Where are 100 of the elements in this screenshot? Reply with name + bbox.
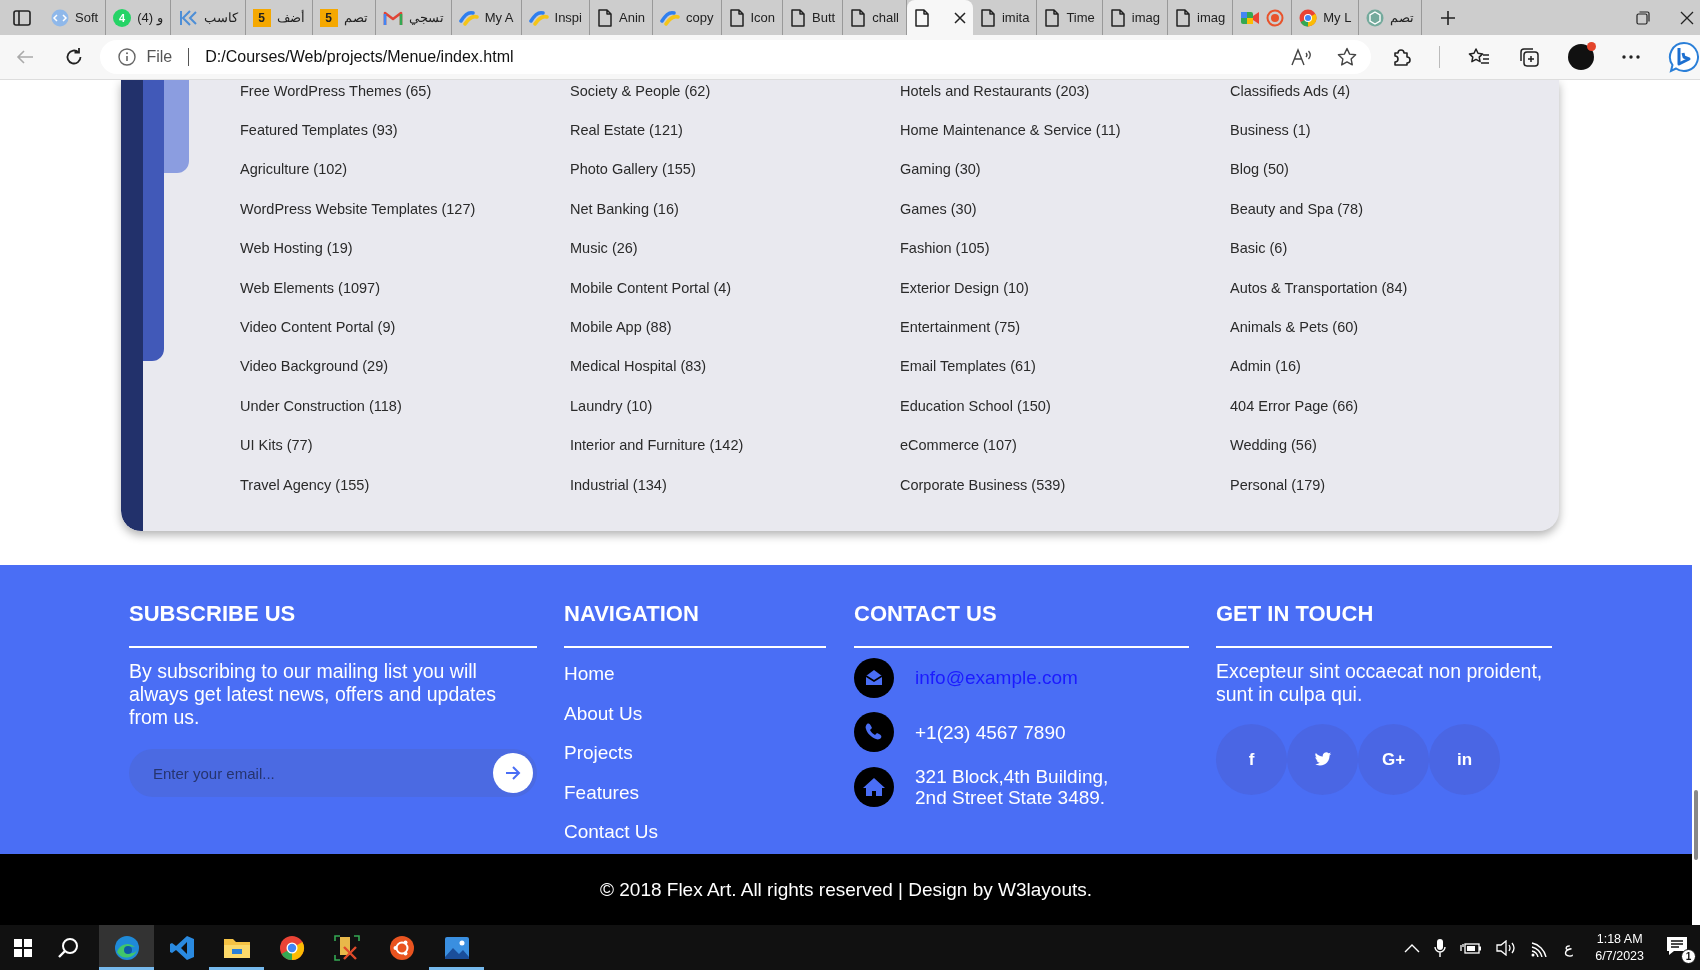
facebook-button[interactable]: f	[1216, 724, 1287, 795]
category-link[interactable]: Gaming (30)	[900, 161, 981, 178]
number-badge: 5	[319, 8, 338, 27]
restore-icon[interactable]	[1636, 10, 1650, 25]
category-link[interactable]: Games (30)	[900, 200, 977, 217]
more-icon[interactable]	[1622, 54, 1640, 60]
category-link[interactable]: Web Elements (1097)	[240, 279, 380, 296]
chat-logo-icon[interactable]	[1668, 41, 1700, 73]
nav-link[interactable]: Projects	[564, 733, 633, 773]
browser-logo-icon	[1299, 8, 1318, 27]
category-link[interactable]: Laundry (10)	[570, 397, 653, 414]
category-link[interactable]: Net Banking (16)	[570, 200, 679, 217]
profile-avatar[interactable]	[1568, 44, 1594, 70]
category-link[interactable]: Industrial (134)	[570, 476, 667, 493]
windows-logo-icon[interactable]	[13, 938, 32, 957]
linkedin-button[interactable]: in	[1429, 724, 1500, 795]
speaker-icon[interactable]	[1496, 939, 1517, 956]
nav-link[interactable]: Features	[564, 772, 639, 812]
number-badge: 5	[252, 8, 271, 27]
star-icon[interactable]	[1337, 47, 1357, 67]
category-link[interactable]: Music (26)	[570, 240, 638, 257]
contact-text: Excepteur sint occaecat non proident, sunt in culpa qui.	[1216, 660, 1544, 706]
category-link[interactable]: Blog (50)	[1230, 161, 1289, 178]
battery-icon[interactable]	[1460, 940, 1483, 955]
collections-icon[interactable]	[1518, 46, 1540, 68]
new-tab-icon[interactable]	[1440, 9, 1457, 26]
address-text: 321 Block,4th Building, 2nd Street State 3489.	[915, 766, 1109, 808]
category-link[interactable]: 404 Error Page (66)	[1230, 397, 1359, 414]
puzzle-icon[interactable]	[1391, 47, 1411, 67]
subscribe-text: By subscribing to our mailing list you will always get latest news, offers and updates from us.	[129, 660, 498, 729]
swoosh-logo-icon	[660, 8, 681, 27]
favorites-icon[interactable]	[1468, 47, 1490, 67]
section-heading: NAVIGATION	[564, 599, 826, 648]
nav-link[interactable]: About Us	[564, 693, 643, 733]
section-heading: GET IN TOUCH	[1216, 599, 1552, 648]
browser-tab[interactable]	[906, 0, 973, 35]
category-link[interactable]: Autos & Transportation (84)	[1230, 279, 1408, 296]
category-link[interactable]: Video Background (29)	[240, 358, 389, 375]
count-badge: 4	[113, 8, 132, 27]
phone-text: +1(23) 4567 7890	[915, 721, 1066, 743]
tab-actions-icon[interactable]	[13, 9, 31, 26]
document-icon	[913, 8, 930, 27]
close-icon[interactable]	[953, 11, 966, 24]
category-link[interactable]: Entertainment (75)	[900, 319, 1021, 336]
message-icon	[1666, 934, 1688, 957]
category-link[interactable]: Video Content Portal (9)	[240, 319, 396, 336]
category-link[interactable]: Personal (179)	[1230, 476, 1326, 493]
code-editor-icon	[168, 934, 195, 961]
category-link[interactable]: Featured Templates (93)	[240, 122, 398, 139]
category-link[interactable]: UI Kits (77)	[240, 437, 313, 454]
category-link[interactable]: Agriculture (102)	[240, 161, 348, 178]
category-link[interactable]: Society & People (62)	[570, 82, 711, 99]
taskbar-app-button[interactable]	[99, 925, 154, 970]
category-link[interactable]: eCommerce (107)	[900, 437, 1017, 454]
read-aloud-icon[interactable]	[1291, 48, 1313, 66]
microphone-icon[interactable]	[1434, 937, 1447, 958]
category-link[interactable]: Wedding (56)	[1230, 437, 1317, 454]
category-link[interactable]: Interior and Furniture (142)	[570, 437, 744, 454]
language-indicator[interactable]: ع	[1564, 938, 1574, 957]
category-link[interactable]: Classifieds Ads (4)	[1230, 82, 1351, 99]
category-link[interactable]: Business (1)	[1230, 122, 1311, 139]
email-field[interactable]: Enter your email...	[129, 749, 537, 797]
swoosh-logo-icon	[528, 8, 549, 27]
category-link[interactable]: Hotels and Restaurants (203)	[900, 82, 1090, 99]
nav-link[interactable]: Home	[564, 654, 615, 694]
category-link[interactable]: Beauty and Spa (78)	[1230, 200, 1363, 217]
document-icon	[728, 8, 745, 27]
category-link[interactable]: Home Maintenance & Service (11)	[900, 122, 1121, 139]
document-icon	[597, 8, 613, 27]
close-icon[interactable]	[1680, 10, 1694, 25]
google-plus-button[interactable]: G+	[1358, 724, 1429, 795]
category-link[interactable]: Medical Hospital (83)	[570, 358, 707, 375]
category-link[interactable]: Basic (6)	[1230, 240, 1288, 257]
category-link[interactable]: Email Templates (61)	[900, 358, 1036, 375]
category-link[interactable]: Real Estate (121)	[570, 122, 683, 139]
house-icon	[854, 767, 894, 807]
category-link[interactable]: Photo Gallery (155)	[570, 161, 696, 178]
category-link[interactable]: Mobile Content Portal (4)	[570, 279, 732, 296]
category-link[interactable]: Mobile App (88)	[570, 319, 672, 336]
category-link[interactable]: Fashion (105)	[900, 240, 990, 257]
scrollbar-thumb[interactable]	[1694, 790, 1698, 860]
category-link[interactable]: Exterior Design (10)	[900, 279, 1029, 296]
category-link[interactable]: WordPress Website Templates (127)	[240, 200, 476, 217]
nav-link[interactable]: Contact Us	[564, 812, 658, 852]
category-link[interactable]: Education School (150)	[900, 397, 1051, 414]
search-icon[interactable]	[56, 936, 79, 959]
category-link[interactable]: Web Hosting (19)	[240, 240, 353, 257]
category-link[interactable]: Free WordPress Themes (65)	[240, 82, 432, 99]
clock[interactable]: 1:18 AM 6/7/2023	[1587, 930, 1652, 965]
category-link[interactable]: Corporate Business (539)	[900, 476, 1066, 493]
category-link[interactable]: Travel Agency (155)	[240, 476, 370, 493]
site-info-label[interactable]: File	[146, 48, 173, 66]
browser-logo-icon	[113, 934, 140, 961]
chevron-up-icon[interactable]	[1404, 942, 1421, 953]
category-link[interactable]: Admin (16)	[1230, 358, 1301, 375]
document-icon	[1175, 8, 1191, 27]
category-link[interactable]: Animals & Pets (60)	[1230, 319, 1359, 336]
tools-icon	[333, 934, 360, 961]
category-link[interactable]: Under Construction (118)	[240, 397, 402, 414]
address-bar[interactable]: File D:/Courses/Web/projects/Menue/index.html	[100, 40, 1371, 74]
